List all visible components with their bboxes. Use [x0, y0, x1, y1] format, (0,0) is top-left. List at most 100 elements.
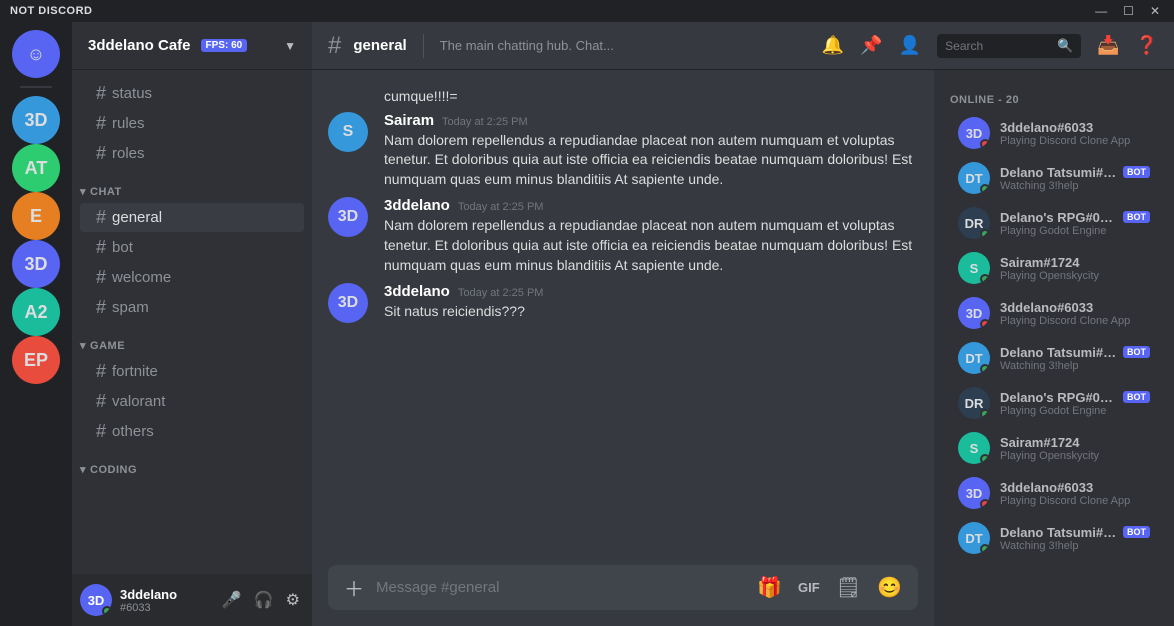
message-timestamp: Today at 2:25 PM: [458, 287, 544, 299]
gift-icon[interactable]: 🎁: [753, 567, 786, 608]
server-icon-awesome2[interactable]: A2: [12, 288, 60, 336]
category-coding[interactable]: ▾CODING: [72, 447, 312, 480]
member-status: Playing Openskycity: [1000, 450, 1150, 462]
search-bar[interactable]: 🔍: [937, 34, 1081, 58]
minimize-button[interactable]: —: [1091, 4, 1111, 18]
microphone-icon[interactable]: 🎤: [218, 586, 246, 614]
channel-item-others[interactable]: # others: [80, 417, 304, 446]
member-info: Delano Tatsumi#8248 BOT Watching 3!help: [1000, 345, 1150, 372]
pin-icon[interactable]: 📌: [860, 35, 882, 56]
server-icon-3d2[interactable]: 3D: [12, 240, 60, 288]
close-button[interactable]: ✕: [1146, 4, 1164, 18]
inbox-icon[interactable]: 📥: [1097, 35, 1119, 56]
member-item[interactable]: 3D 3ddelano#6033 Playing Discord Clone A…: [942, 291, 1166, 335]
member-info: 3ddelano#6033 Playing Discord Clone App: [1000, 480, 1150, 507]
server-icon-epson[interactable]: E: [12, 192, 60, 240]
member-status: Watching 3!help: [1000, 360, 1150, 372]
member-status-dot: [980, 319, 990, 329]
category-game[interactable]: ▾GAME: [72, 323, 312, 356]
user-panel-controls: 🎤 🎧 ⚙: [218, 586, 304, 614]
member-name: Sairam#1724: [1000, 435, 1080, 450]
member-avatar: DR: [958, 387, 990, 419]
channel-item-status[interactable]: #status: [80, 79, 304, 108]
chat-input-area: ＋ 🎁 GIF 🗒 😊: [312, 565, 934, 626]
member-avatar: S: [958, 432, 990, 464]
member-item[interactable]: S Sairam#1724 Playing Openskycity: [942, 246, 1166, 290]
add-attachment-button[interactable]: ＋: [340, 565, 368, 610]
bot-badge: BOT: [1123, 211, 1150, 223]
server-icon-3d[interactable]: 3D: [12, 96, 60, 144]
category-arrow-icon: ▾: [80, 339, 86, 352]
search-input[interactable]: [945, 39, 1051, 53]
member-item[interactable]: DT Delano Tatsumi#8248 BOT Watching 3!he…: [942, 516, 1166, 560]
members-icon[interactable]: 👤: [899, 35, 921, 56]
member-item[interactable]: 3D 3ddelano#6033 Playing Discord Clone A…: [942, 111, 1166, 155]
member-item[interactable]: DR Delano's RPG#0137 BOT Playing Godot E…: [942, 201, 1166, 245]
channel-item-fortnite[interactable]: #fortnite: [80, 357, 304, 386]
user-status-dot: [102, 606, 112, 616]
channel-hash-icon: #: [96, 297, 106, 318]
help-icon[interactable]: ❓: [1136, 35, 1158, 56]
member-info: Delano's RPG#0137 BOT Playing Godot Engi…: [1000, 390, 1150, 417]
message-author[interactable]: 3ddelano: [384, 283, 450, 300]
member-item[interactable]: DR Delano's RPG#0137 BOT Playing Godot E…: [942, 381, 1166, 425]
member-item[interactable]: DT Delano Tatsumi#8248 BOT Watching 3!he…: [942, 156, 1166, 200]
category-arrow-icon: ▾: [80, 185, 86, 198]
members-category: ONLINE - 20: [934, 86, 1174, 110]
member-name: Delano's RPG#0137: [1000, 390, 1119, 405]
member-item[interactable]: DT Delano Tatsumi#8248 BOT Watching 3!he…: [942, 336, 1166, 380]
member-avatar-initials: 3D: [966, 486, 983, 501]
channel-header-description: The main chatting hub. Chat...: [440, 38, 810, 53]
gif-icon[interactable]: GIF: [794, 572, 824, 603]
channel-sidebar: 3ddelano Cafe FPS: 60 ▼ #status#rules#ro…: [72, 22, 312, 626]
server-header[interactable]: 3ddelano Cafe FPS: 60 ▼: [72, 22, 312, 70]
notification-icon[interactable]: 🔔: [822, 35, 844, 56]
member-info: Delano Tatsumi#8248 BOT Watching 3!help: [1000, 165, 1150, 192]
server-icon-epson2[interactable]: EP: [12, 336, 60, 384]
message-group: S Sairam Today at 2:25 PM Nam dolorem re…: [312, 108, 934, 194]
member-name: 3ddelano#6033: [1000, 300, 1093, 315]
search-icon: 🔍: [1057, 38, 1073, 54]
channel-hash-icon: #: [96, 83, 106, 104]
channel-hash-icon: #: [96, 421, 106, 442]
member-status: Playing Discord Clone App: [1000, 495, 1150, 507]
settings-icon[interactable]: ⚙: [282, 586, 304, 614]
message-header: Sairam Today at 2:25 PM: [384, 112, 918, 129]
message-body: 3ddelano Today at 2:25 PM Nam dolorem re…: [384, 197, 918, 275]
member-status: Playing Discord Clone App: [1000, 315, 1150, 327]
chat-input[interactable]: [376, 569, 745, 606]
message-timestamp: Today at 2:25 PM: [458, 201, 544, 213]
chat-input-box: ＋ 🎁 GIF 🗒 😊: [328, 565, 918, 610]
emoji-icon[interactable]: 😊: [873, 567, 906, 608]
channel-label: others: [112, 423, 154, 440]
channel-item-welcome[interactable]: #welcome: [80, 263, 304, 292]
category-label: CHAT: [90, 186, 122, 198]
member-item[interactable]: S Sairam#1724 Playing Openskycity: [942, 426, 1166, 470]
category-chat[interactable]: ▾ CHAT: [72, 169, 312, 202]
channel-item-general[interactable]: #general: [80, 203, 304, 232]
channel-item-valorant[interactable]: #valorant: [80, 387, 304, 416]
member-item[interactable]: 3D 3ddelano#6033 Playing Discord Clone A…: [942, 471, 1166, 515]
channel-item-spam[interactable]: #spam: [80, 293, 304, 322]
channel-item-bot[interactable]: #bot: [80, 233, 304, 262]
member-info: Delano's RPG#0137 BOT Playing Godot Engi…: [1000, 210, 1150, 237]
channel-label: welcome: [112, 269, 171, 286]
member-status-dot: [980, 499, 990, 509]
message-author[interactable]: Sairam: [384, 112, 434, 129]
channel-item-roles[interactable]: #roles: [80, 139, 304, 168]
member-avatar-initials: DT: [965, 531, 982, 546]
channel-item-rules[interactable]: #rules: [80, 109, 304, 138]
headset-icon[interactable]: 🎧: [250, 586, 278, 614]
channel-label: fortnite: [112, 363, 158, 380]
home-button[interactable]: ☺: [12, 30, 60, 78]
channel-hash-icon: #: [96, 237, 106, 258]
channel-hash-icon: #: [96, 113, 106, 134]
member-info: Delano Tatsumi#8248 BOT Watching 3!help: [1000, 525, 1150, 552]
sticker-icon[interactable]: 🗒: [832, 567, 865, 608]
maximize-button[interactable]: ☐: [1119, 4, 1138, 18]
category-label: CODING: [90, 464, 137, 476]
server-icon-awesome-tech[interactable]: AT: [12, 144, 60, 192]
member-avatar: S: [958, 252, 990, 284]
message-author[interactable]: 3ddelano: [384, 197, 450, 214]
member-avatar: 3D: [958, 477, 990, 509]
